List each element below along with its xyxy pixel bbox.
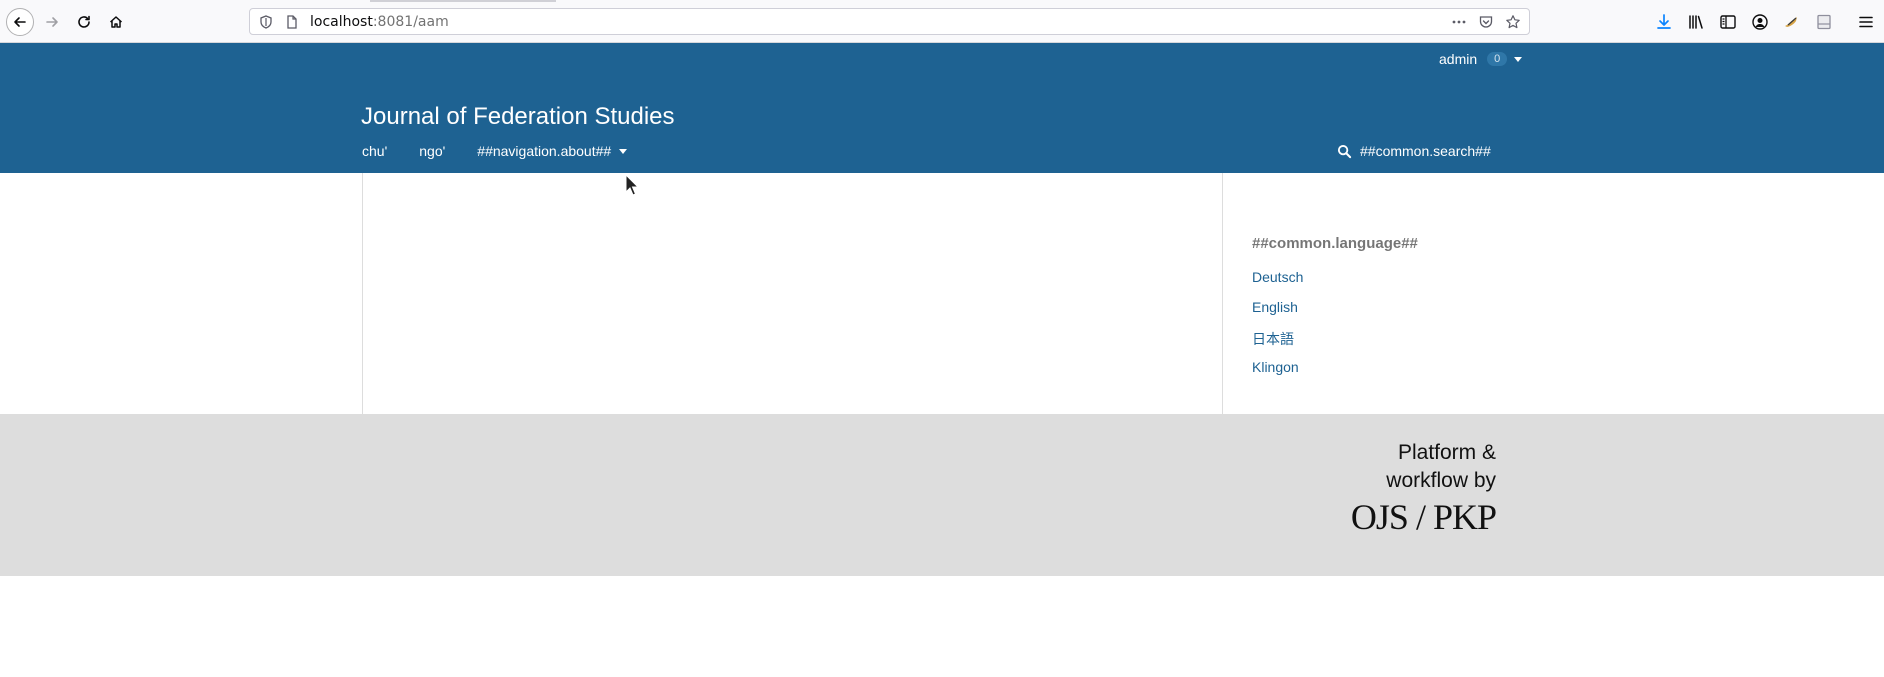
user-name[interactable]: admin xyxy=(1439,51,1477,67)
arrow-left-icon xyxy=(14,17,26,27)
back-button[interactable] xyxy=(6,8,34,36)
more-actions-icon[interactable] xyxy=(1451,14,1467,30)
language-block-title: ##common.language## xyxy=(1252,235,1418,252)
reload-button[interactable] xyxy=(70,8,98,36)
shield-icon[interactable] xyxy=(258,14,274,30)
url-text[interactable]: localhost:8081/aam xyxy=(310,14,449,30)
chevron-down-icon xyxy=(619,148,628,154)
browser-toolbar: localhost:8081/aam xyxy=(0,0,1884,43)
search-icon xyxy=(1337,144,1352,158)
content-area: ##common.language## Deutsch English 日本語 … xyxy=(0,173,1884,414)
language-link-deutsch[interactable]: Deutsch xyxy=(1252,269,1303,299)
language-link-klingon[interactable]: Klingon xyxy=(1252,359,1303,389)
content-right-border xyxy=(1222,173,1223,414)
home-button[interactable] xyxy=(102,8,130,36)
pkp-brand-line1: Platform & xyxy=(1397,441,1496,464)
bookmark-star-icon[interactable] xyxy=(1505,14,1521,30)
hamburger-menu-icon[interactable] xyxy=(1857,13,1875,31)
journal-title[interactable]: Journal of Federation Studies xyxy=(361,103,675,131)
home-icon xyxy=(109,16,123,28)
user-menu-caret-icon[interactable] xyxy=(1514,56,1523,62)
language-link-english[interactable]: English xyxy=(1252,299,1303,329)
site-footer: Platform & workflow by OJS / PKP xyxy=(0,414,1884,576)
reload-icon xyxy=(78,15,90,28)
pkp-brand-line2: workflow by xyxy=(1386,469,1496,492)
nav-item-about[interactable]: ##navigation.about## xyxy=(477,143,628,159)
url-path: :8081/aam xyxy=(372,14,449,30)
tab-strip xyxy=(370,0,556,2)
notification-count-badge[interactable]: 0 xyxy=(1487,52,1508,66)
primary-nav: chu' ngo' ##navigation.about## xyxy=(362,143,628,159)
mouse-cursor-icon xyxy=(625,174,639,196)
ojs-pkp-logo: OJS / PKP xyxy=(1350,497,1497,537)
download-icon[interactable] xyxy=(1655,13,1673,31)
nav-item-chu[interactable]: chu' xyxy=(362,143,387,159)
language-list: Deutsch English 日本語 Klingon xyxy=(1252,269,1303,389)
language-link-japanese[interactable]: 日本語 xyxy=(1252,329,1303,359)
search-link[interactable]: ##common.search## xyxy=(1337,143,1491,159)
page-icon[interactable] xyxy=(284,14,300,30)
screenshot-icon[interactable] xyxy=(1815,13,1833,31)
library-icon[interactable] xyxy=(1687,13,1705,31)
user-menu[interactable]: admin 0 xyxy=(1439,51,1523,67)
pocket-icon[interactable] xyxy=(1478,14,1494,30)
account-icon[interactable] xyxy=(1751,13,1769,31)
extension-icon[interactable] xyxy=(1783,13,1801,31)
forward-button[interactable] xyxy=(38,8,66,36)
main-content xyxy=(362,173,1222,414)
url-host: localhost xyxy=(310,14,373,30)
arrow-right-icon xyxy=(46,17,58,27)
nav-item-ngo[interactable]: ngo' xyxy=(419,143,445,159)
sidebar-icon[interactable] xyxy=(1719,13,1737,31)
nav-item-about-label: ##navigation.about## xyxy=(477,143,612,159)
pkp-brand-link[interactable]: Platform & workflow by OJS / PKP xyxy=(1336,439,1497,537)
search-label: ##common.search## xyxy=(1360,143,1491,159)
sidebar: ##common.language## Deutsch English 日本語 … xyxy=(1252,173,1552,414)
site-header: admin 0 Journal of Federation Studies ch… xyxy=(0,43,1884,173)
address-bar[interactable]: localhost:8081/aam xyxy=(249,8,1530,35)
